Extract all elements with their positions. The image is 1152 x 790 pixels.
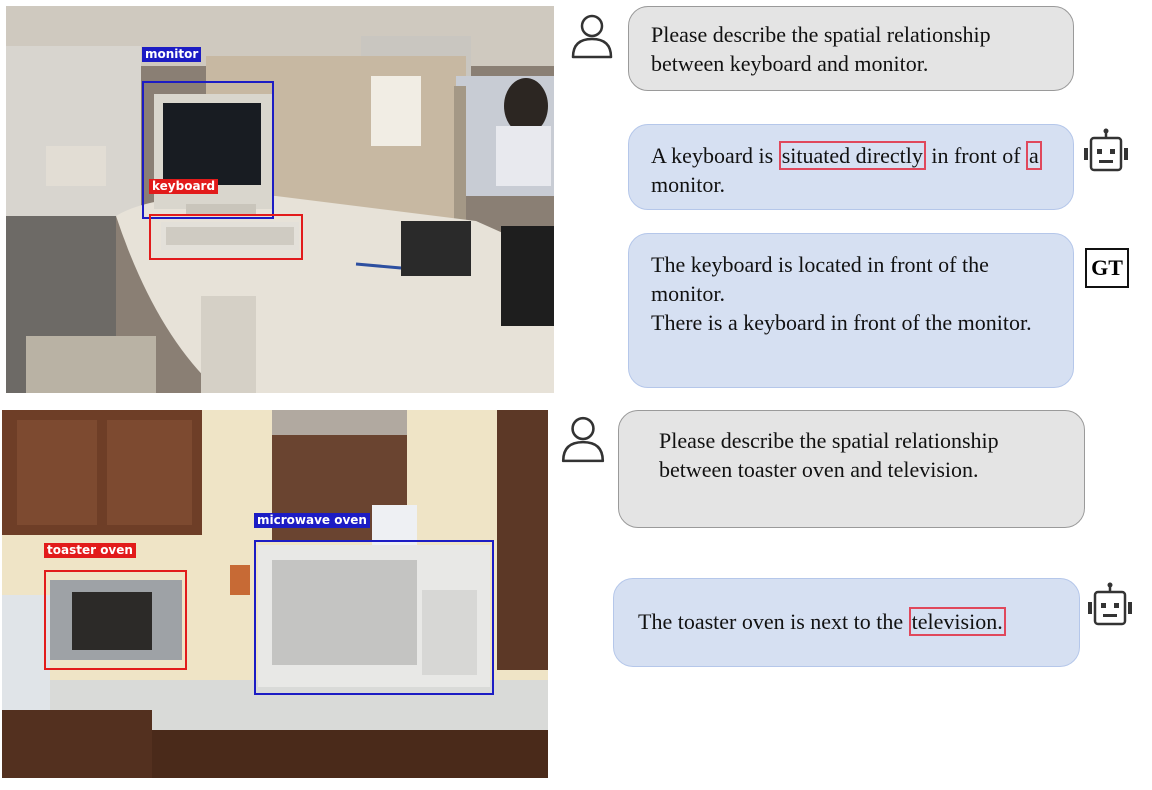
user-question-bubble: Please describe the spatial relationship… [618, 410, 1085, 528]
ground-truth-line: There is a keyboard in front of the moni… [651, 310, 1032, 335]
user-question-bubble: Please describe the spatial relationship… [628, 6, 1074, 91]
microwave-oven-detection-label: microwave oven [254, 513, 370, 528]
office-photo: monitor keyboard [6, 6, 554, 393]
model-answer-bubble: The toaster oven is next to the televisi… [613, 578, 1080, 667]
toaster-oven-detection-box [44, 570, 187, 670]
user-question-text: Please describe the spatial relationship… [651, 22, 991, 76]
answer-text-part: The toaster oven is next to the [638, 609, 909, 634]
error-highlight: a [1026, 141, 1042, 170]
user-question-text: Please describe the spatial relationship… [659, 428, 999, 482]
keyboard-detection-box [149, 214, 303, 260]
office-scene-illustration [6, 6, 554, 393]
robot-icon [1086, 582, 1134, 628]
kitchen-photo: toaster oven microwave oven [2, 410, 548, 778]
toaster-oven-detection-label: toaster oven [44, 543, 136, 558]
user-icon [568, 12, 616, 60]
answer-text-part: in front of [925, 143, 1027, 168]
ground-truth-bubble: The keyboard is located in front of the … [628, 233, 1074, 388]
robot-icon [1082, 128, 1130, 174]
error-highlight: situated directly [778, 141, 926, 170]
error-highlight: television. [908, 607, 1006, 636]
gt-badge: GT [1085, 248, 1129, 288]
ground-truth-line: The keyboard is located in front of the … [651, 252, 989, 306]
monitor-detection-label: monitor [142, 47, 202, 62]
keyboard-detection-label: keyboard [149, 179, 219, 194]
user-icon [558, 414, 608, 464]
microwave-oven-detection-box [254, 540, 494, 695]
monitor-detection-box [142, 81, 274, 219]
answer-text-part: monitor. [651, 172, 725, 197]
answer-text-part: A keyboard is [651, 143, 779, 168]
model-answer-bubble: A keyboard is situated directly in front… [628, 124, 1074, 210]
